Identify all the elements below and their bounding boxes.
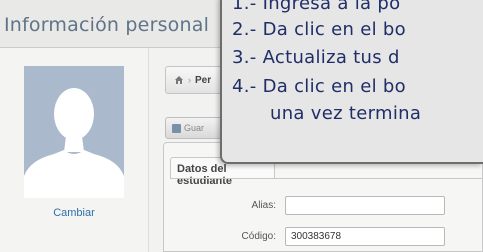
alias-field[interactable] xyxy=(285,196,445,215)
save-icon xyxy=(172,123,181,133)
codigo-label: Código: xyxy=(241,231,276,242)
tab-divider xyxy=(170,178,483,179)
breadcrumb-item[interactable]: Per xyxy=(195,75,211,86)
instruction-step: 1.- Ingresa a la po xyxy=(232,0,401,14)
instruction-step: 3.- Actualiza tus d xyxy=(232,47,400,68)
instructions-popup: 1.- Ingresa a la po 2.- Da clic en el bo… xyxy=(220,0,483,164)
avatar xyxy=(24,66,124,198)
instruction-step: una vez termina xyxy=(270,103,422,124)
avatar-silhouette-icon xyxy=(24,88,124,198)
save-button[interactable]: Guar xyxy=(165,117,223,139)
save-button-label: Guar xyxy=(184,123,205,133)
home-icon[interactable] xyxy=(174,75,184,85)
page-title: Información personal xyxy=(4,14,210,36)
instruction-step: 2.- Da clic en el bo xyxy=(232,19,406,40)
change-photo-link[interactable]: Cambiar xyxy=(0,207,148,219)
breadcrumb-separator-icon: › xyxy=(188,75,191,85)
profile-panel xyxy=(0,48,149,252)
instruction-step: 4.- Da clic en el bo xyxy=(232,76,406,97)
alias-label: Alias: xyxy=(251,200,276,211)
codigo-field[interactable] xyxy=(285,227,445,246)
